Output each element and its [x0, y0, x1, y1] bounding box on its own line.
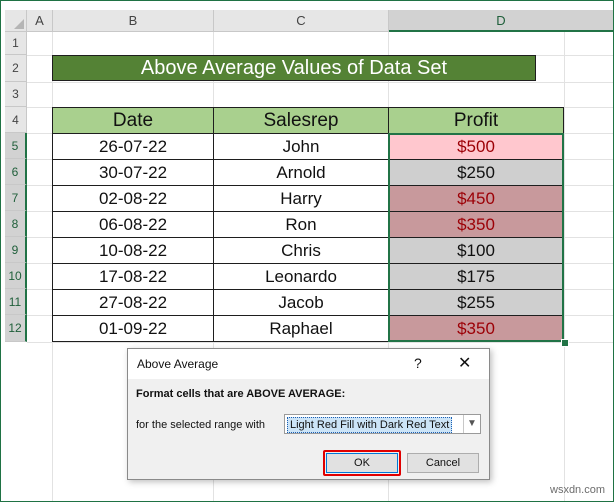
window-frame [0, 0, 614, 502]
